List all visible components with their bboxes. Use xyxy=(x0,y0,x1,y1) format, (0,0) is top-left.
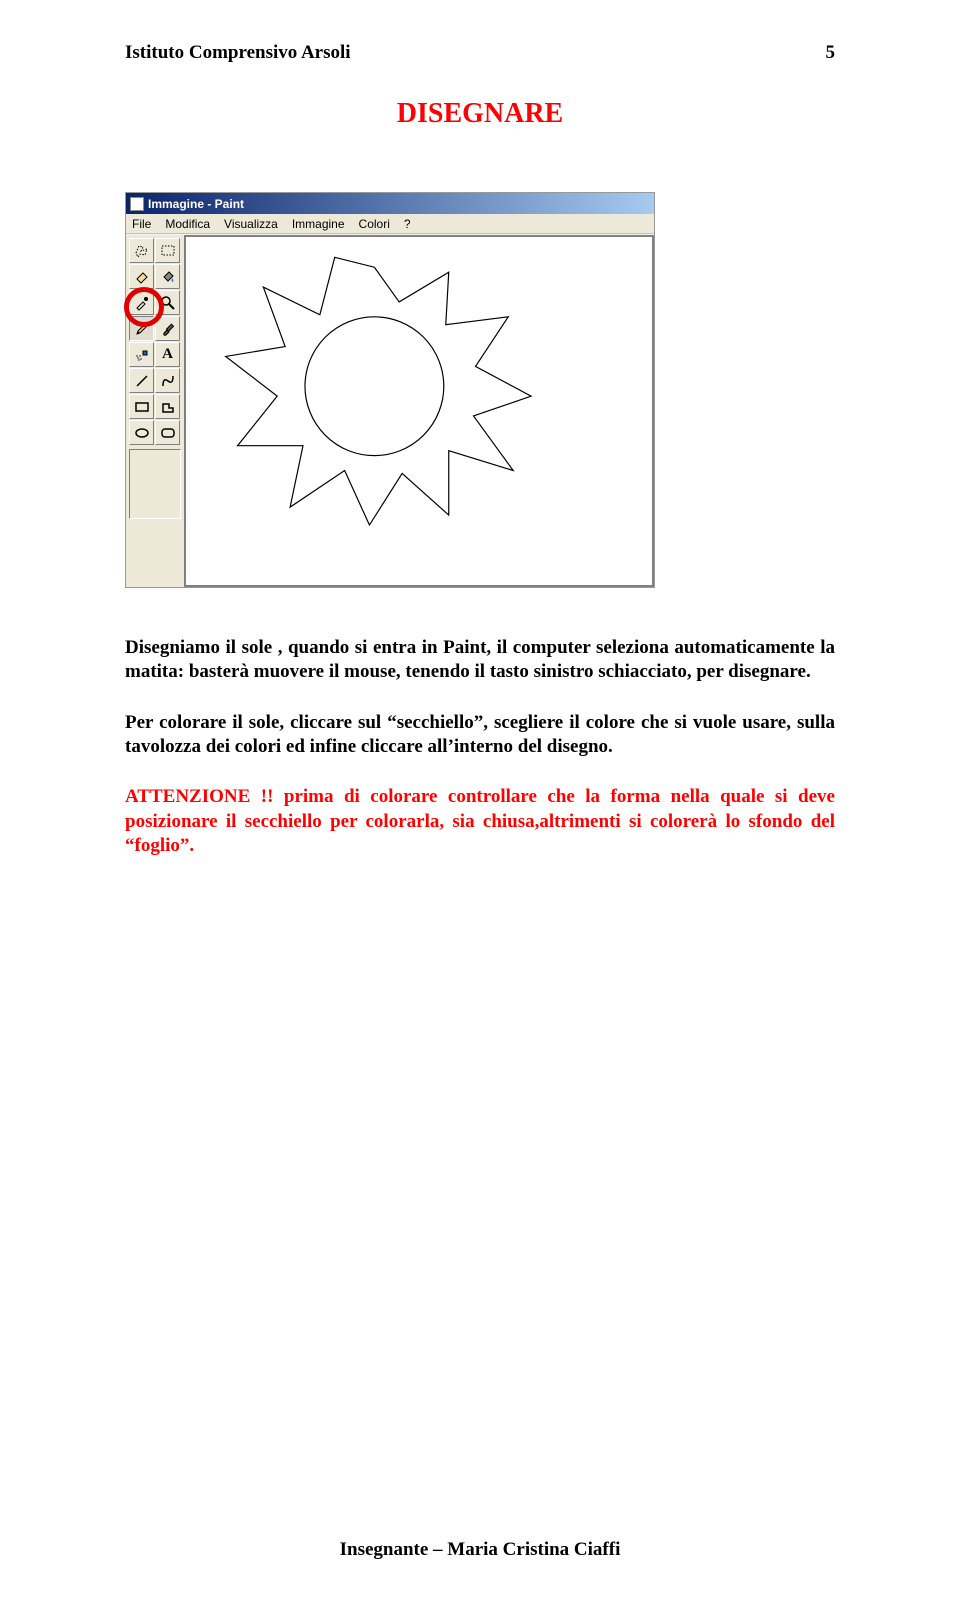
tool-ellipse[interactable] xyxy=(129,420,154,445)
tool-curve[interactable] xyxy=(155,368,180,393)
paragraph-attention: ATTENZIONE !! prima di colorare controll… xyxy=(125,785,835,858)
tool-rectangle[interactable] xyxy=(129,394,154,419)
paint-canvas-area xyxy=(184,235,654,587)
paint-menubar: File Modifica Visualizza Immagine Colori… xyxy=(126,214,654,234)
page-footer: Insegnante – Maria Cristina Ciaffi xyxy=(0,1539,960,1561)
tool-options-box xyxy=(129,449,181,519)
paragraph-draw-instructions: Disegniamo il sole , quando si entra in … xyxy=(125,636,835,685)
paint-toolbox: A xyxy=(126,235,184,587)
paint-window: Immagine - Paint File Modifica Visualizz… xyxy=(125,192,655,588)
tool-polygon[interactable] xyxy=(155,394,180,419)
paint-app-icon xyxy=(130,197,144,211)
tool-rounded-rectangle[interactable] xyxy=(155,420,180,445)
menu-file[interactable]: File xyxy=(132,217,151,231)
tool-fill-bucket[interactable] xyxy=(155,264,180,289)
tool-eraser[interactable] xyxy=(129,264,154,289)
menu-visualizza[interactable]: Visualizza xyxy=(224,217,278,231)
tool-text[interactable]: A xyxy=(155,342,180,367)
tool-freeform-select[interactable] xyxy=(129,238,154,263)
tool-airbrush[interactable] xyxy=(129,342,154,367)
header-institution: Istituto Comprensivo Arsoli xyxy=(125,42,351,64)
paint-titlebar: Immagine - Paint xyxy=(126,193,654,214)
header-page-number: 5 xyxy=(826,42,836,64)
attention-label: ATTENZIONE !! xyxy=(125,786,273,807)
sun-drawing xyxy=(186,237,652,585)
section-title: DISEGNARE xyxy=(125,98,835,130)
tool-line[interactable] xyxy=(129,368,154,393)
paragraph-fill-instructions: Per colorare il sole, cliccare sul “secc… xyxy=(125,711,835,760)
menu-modifica[interactable]: Modifica xyxy=(165,217,210,231)
paint-title-text: Immagine - Paint xyxy=(148,197,244,211)
menu-colori[interactable]: Colori xyxy=(359,217,390,231)
page-header: Istituto Comprensivo Arsoli 5 xyxy=(125,42,835,64)
tool-rect-select[interactable] xyxy=(155,238,180,263)
menu-help[interactable]: ? xyxy=(404,217,411,231)
menu-immagine[interactable]: Immagine xyxy=(292,217,345,231)
paint-canvas[interactable] xyxy=(186,237,652,585)
pencil-tool-highlight-circle xyxy=(124,287,164,327)
